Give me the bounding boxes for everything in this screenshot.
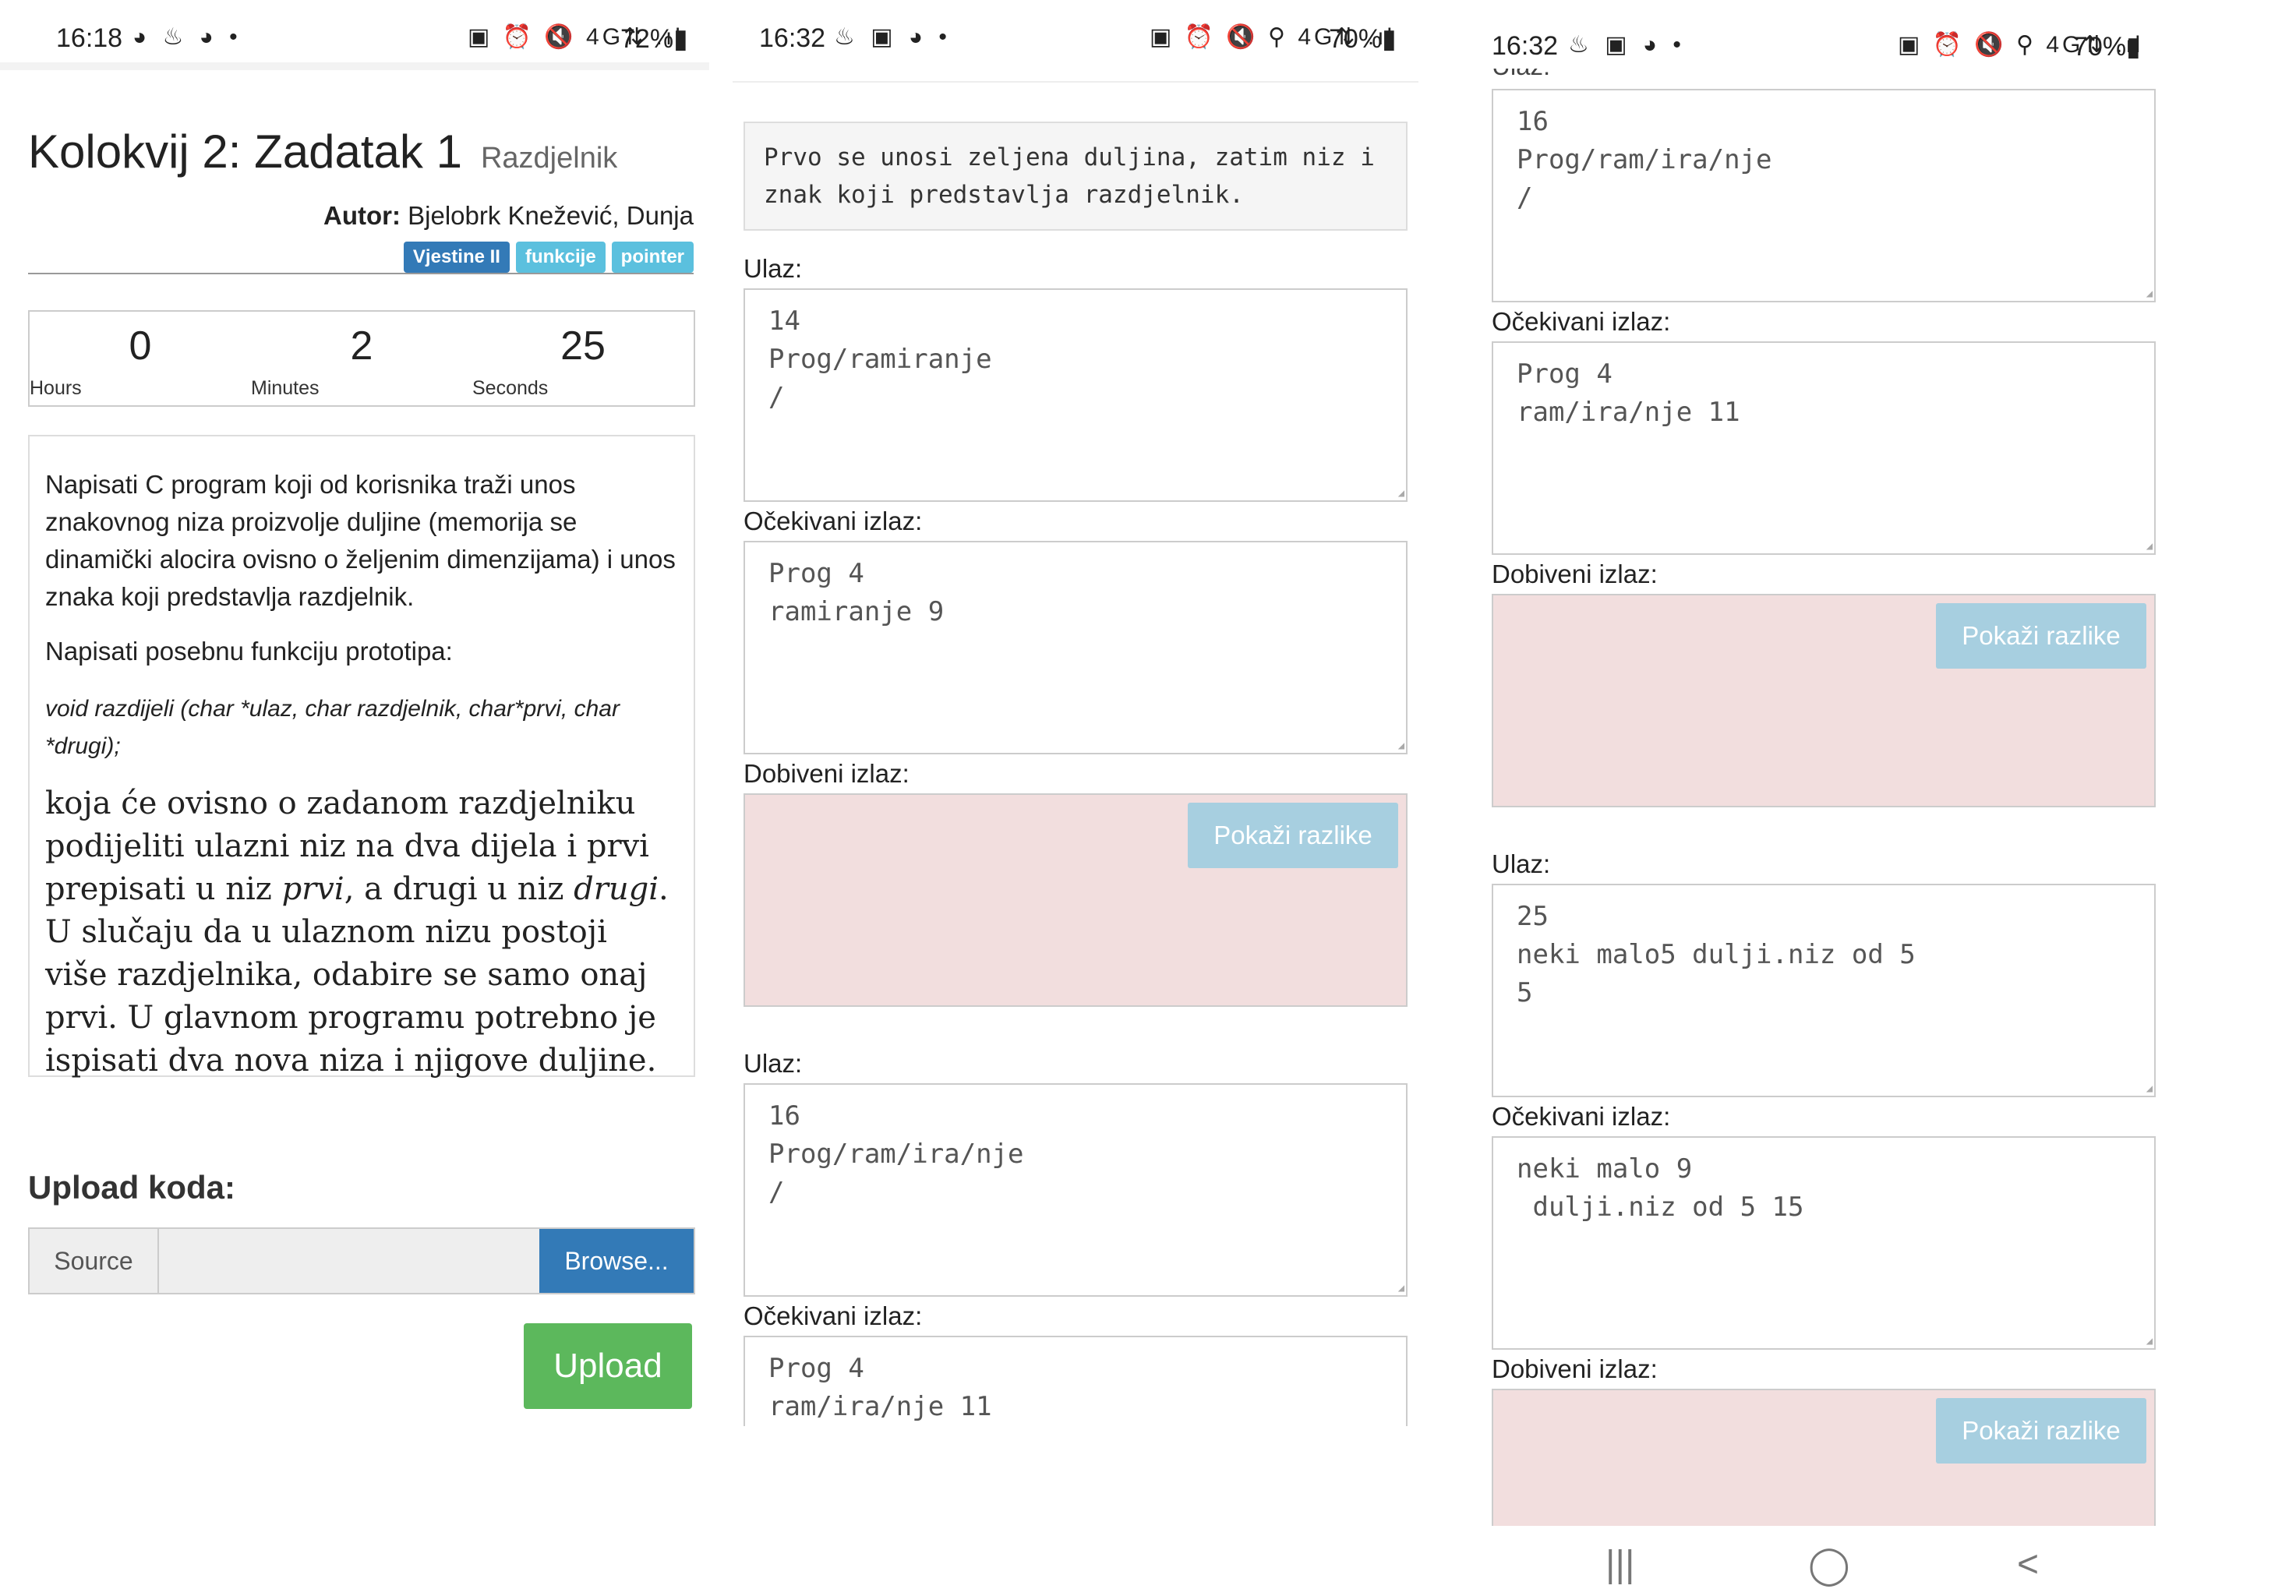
top-divider [733, 81, 1418, 83]
author-label: Autor: [323, 201, 401, 230]
test2-actual-output: Pokaži razlike [1492, 594, 2156, 807]
test2-expected[interactable]: Prog 4 ram/ira/nje 11 [744, 1336, 1408, 1426]
recent-apps-icon[interactable]: ||| [1605, 1543, 1634, 1586]
description-paragraph-2: Napisati posebnu funkciju prototipa: [45, 637, 453, 666]
test3-expected[interactable]: neki malo 9 dulji.niz od 5 15 ◢ [1492, 1136, 2156, 1350]
resize-grip-icon[interactable]: ◢ [2146, 1083, 2153, 1094]
resize-grip-icon[interactable]: ◢ [1398, 1283, 1404, 1294]
test1-actual-output: Pokaži razlike [744, 793, 1408, 1007]
back-icon[interactable]: < [2017, 1543, 2039, 1586]
input-label: Ulaz: [744, 1049, 803, 1078]
expected-label: Očekivani izlaz: [744, 1301, 923, 1330]
test2-expected[interactable]: Prog 4 ram/ira/nje 11 ◢ [1492, 341, 2156, 555]
android-nav-bar: ||| ◯ < [1450, 1527, 2296, 1596]
test2-input-text: 16 Prog/ram/ira/nje / [768, 1100, 1024, 1208]
screen-test-cases-1: 16:32 ♨ ▣ ◕ • ▣ ⏰ 🔇 ⚲ 4G⇅ .ıl 70%▮ Prvo … [733, 0, 1418, 1596]
test2-input[interactable]: 16 Prog/ram/ira/nje / ◢ [744, 1083, 1408, 1297]
upload-button[interactable]: Upload [524, 1323, 692, 1409]
description-paragraph-1: Napisati C program koji od korisnika tra… [45, 470, 676, 611]
browse-button[interactable]: Browse... [539, 1229, 694, 1293]
timer-hours: 0 Hours [30, 312, 251, 405]
resize-grip-icon[interactable]: ◢ [2146, 288, 2153, 299]
test3-expected-text: neki malo 9 dulji.niz od 5 15 [1517, 1153, 1804, 1223]
status-bar: 16:32 ♨ ▣ ◕ • ▣ ⏰ 🔇 ⚲ 4G⇅ .ıl 70%▮ [1450, 0, 2229, 69]
minutes-label: Minutes [251, 377, 320, 399]
got-label: Dobiveni izlaz: [1492, 1354, 1658, 1383]
seconds-label: Seconds [472, 377, 549, 399]
battery-level: 72%▮ [620, 24, 688, 54]
page-title: Kolokvij 2: Zadatak 1 Razdjelnik [28, 125, 617, 178]
source-label: Source [30, 1229, 159, 1293]
timer-minutes: 2 Minutes [251, 312, 472, 405]
tag-funkcije[interactable]: funkcije [515, 242, 606, 273]
show-diff-button[interactable]: Pokaži razlike [1936, 603, 2146, 669]
upload-heading: Upload koda: [28, 1169, 236, 1206]
test1-expected-text: Prog 4 ramiranje 9 [768, 558, 945, 627]
test2-input-text: 16 Prog/ram/ira/nje / [1517, 106, 1772, 214]
tag-pointer[interactable]: pointer [611, 242, 694, 273]
expected-label: Očekivani izlaz: [1492, 1102, 1671, 1131]
screen-task-description: 16:18 ◕ ♨ ◕ • ▣ ⏰ 🔇 4G⇅ .ıl 72%▮ Kolokvi… [0, 0, 717, 1596]
task-subtitle: Razdjelnik [480, 142, 618, 175]
author-line: Autor: Bjelobrk Knežević, Dunja [323, 201, 694, 231]
home-icon[interactable]: ◯ [1808, 1543, 1850, 1587]
description-paragraph-3: koja će ovisno o zadanom razdjelniku pod… [45, 782, 678, 1082]
status-bar: 16:32 ♨ ▣ ◕ • ▣ ⏰ 🔇 ⚲ 4G⇅ .ıl 70%▮ [733, 0, 1418, 78]
got-label: Dobiveni izlaz: [744, 759, 910, 788]
expected-label: Očekivani izlaz: [744, 507, 923, 535]
resize-grip-icon[interactable]: ◢ [2146, 1336, 2153, 1347]
notification-icons: ♨ ▣ ◕ • [834, 24, 952, 50]
test2-input[interactable]: 16 Prog/ram/ira/nje / ◢ [1492, 89, 2156, 302]
input-label: Ulaz: [744, 254, 803, 283]
var-prvi: prvi [281, 871, 344, 907]
top-divider [0, 62, 709, 70]
test2-expected-text: Prog 4 ram/ira/nje 11 [768, 1353, 992, 1422]
notification-icons: ♨ ▣ ◕ • [1568, 32, 1686, 58]
input-format-note: Prvo se unosi zeljena duljina, zatim niz… [744, 122, 1408, 231]
expected-label: Očekivani izlaz: [1492, 307, 1671, 336]
minutes-value: 2 [350, 323, 373, 369]
hours-value: 0 [129, 323, 152, 369]
resize-grip-icon[interactable]: ◢ [1398, 740, 1404, 751]
battery-level: 70%▮ [2073, 32, 2141, 62]
test1-input[interactable]: 14 Prog/ramiranje / ◢ [744, 288, 1408, 502]
show-diff-button[interactable]: Pokaži razlike [1188, 803, 1398, 868]
timer-seconds: 25 Seconds [472, 312, 694, 405]
test3-input-text: 25 neki malo5 dulji.niz od 5 5 [1517, 901, 1916, 1008]
test2-expected-text: Prog 4 ram/ira/nje 11 [1517, 358, 1740, 428]
source-file-input[interactable] [159, 1229, 539, 1293]
var-drugi: drugi [574, 871, 659, 907]
notification-icons: ◕ ♨ ◕ • [132, 24, 242, 50]
status-time: 16:32 [1492, 31, 1559, 61]
author-name: Bjelobrk Knežević, Dunja [408, 201, 694, 230]
test3-input[interactable]: 25 neki malo5 dulji.niz od 5 5 ◢ [1492, 884, 2156, 1097]
battery-level: 70%▮ [1329, 24, 1397, 54]
status-time: 16:18 [56, 23, 123, 53]
function-prototype: void razdijeli (char *ulaz, char razdjel… [45, 696, 620, 759]
test1-expected[interactable]: Prog 4 ramiranje 9 ◢ [744, 541, 1408, 754]
test3-actual-output: Pokaži razlike [1492, 1389, 2156, 1526]
got-label: Dobiveni izlaz: [1492, 560, 1658, 588]
description-text-b: , a drugi u niz [344, 871, 574, 907]
show-diff-button[interactable]: Pokaži razlike [1936, 1398, 2146, 1464]
tag-list: Vjestine II funkcije pointer [403, 242, 694, 273]
tag-vjestine[interactable]: Vjestine II [403, 242, 510, 273]
input-label: Ulaz: [1492, 849, 1551, 878]
test1-input-text: 14 Prog/ramiranje / [768, 305, 992, 413]
resize-grip-icon[interactable]: ◢ [2146, 541, 2153, 552]
hours-label: Hours [30, 377, 82, 399]
countdown-timer: 0 Hours 2 Minutes 25 Seconds [28, 310, 695, 407]
task-title: Kolokvij 2: Zadatak 1 [28, 125, 462, 178]
seconds-value: 25 [560, 323, 606, 369]
resize-grip-icon[interactable]: ◢ [1398, 488, 1404, 499]
file-upload-group: Source Browse... [28, 1227, 695, 1294]
status-time: 16:32 [759, 23, 826, 53]
task-description: Napisati C program koji od korisnika tra… [28, 435, 695, 1079]
screen-test-cases-2: Ulaz: 16:32 ♨ ▣ ◕ • ▣ ⏰ 🔇 ⚲ 4G⇅ .ıl 70%▮… [1450, 0, 2229, 1596]
header-divider [28, 273, 694, 274]
